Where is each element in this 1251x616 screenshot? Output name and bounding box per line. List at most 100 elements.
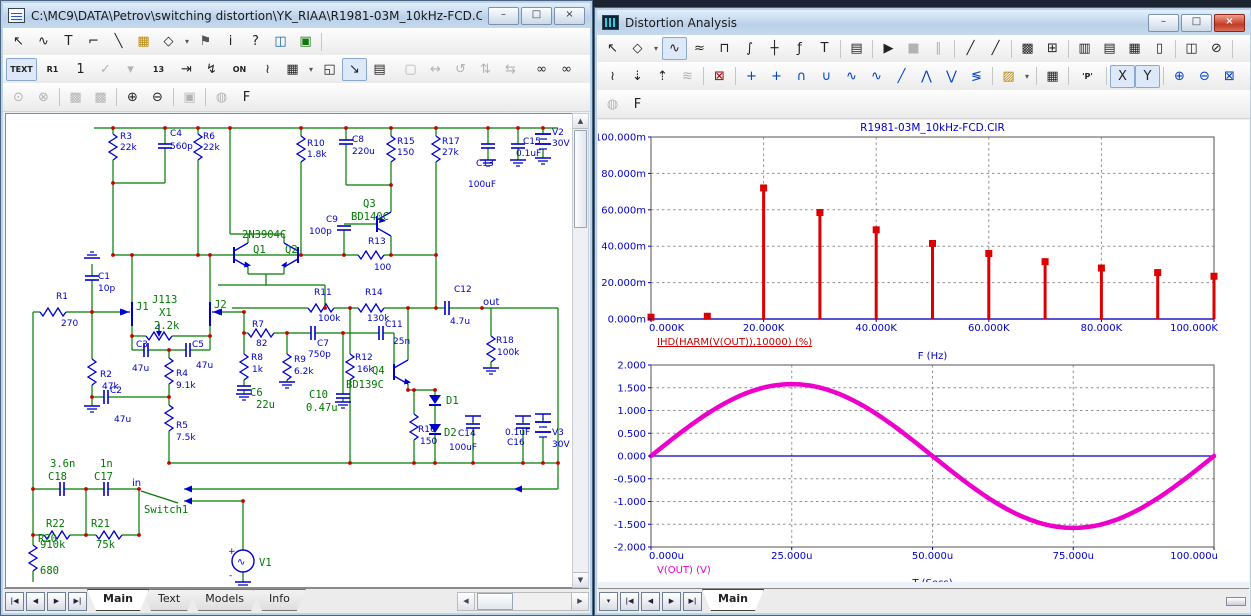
scale-mode-button-icon[interactable]: ∫	[737, 37, 762, 60]
schematic-canvas[interactable]: ∿R322kC4560pR622kR101.8kC8220uR15150R172…	[6, 114, 572, 587]
zoom-window-button-icon[interactable]: ⊠	[1217, 65, 1242, 88]
first-page-button[interactable]: |◀	[5, 592, 24, 611]
grid-toggle-dropdown-icon[interactable]: ▾	[305, 58, 317, 81]
color-picker-icon[interactable]: ▨	[996, 65, 1021, 88]
baseline-toggle-icon[interactable]: ◫	[1179, 37, 1204, 60]
minimize-button[interactable]: –	[1148, 14, 1179, 32]
pick-mode-button-icon[interactable]: ↘	[342, 58, 367, 81]
numeric-output-button-icon[interactable]: ▦	[1040, 65, 1065, 88]
font-button-icon[interactable]: F	[234, 86, 259, 109]
restore-button[interactable]: □	[1181, 14, 1212, 32]
last-page-button[interactable]: ▶|	[68, 592, 87, 611]
text-tool-icon[interactable]: T	[56, 30, 81, 53]
tokens-toggle-icon[interactable]: ⊞	[1040, 37, 1065, 60]
polyline-tool-icon[interactable]: ╱	[983, 37, 1008, 60]
tab-info[interactable]: Info	[253, 589, 306, 611]
tab-main[interactable]: Main	[702, 589, 764, 611]
help-globe-button-icon[interactable]: ◍	[209, 86, 234, 109]
scroll-right-icon[interactable]: ▶	[571, 593, 588, 610]
properties-button-icon[interactable]: ▤	[367, 58, 392, 81]
grid-toggle-icon[interactable]: ▦	[280, 58, 305, 81]
stop-button-icon[interactable]: ■	[901, 37, 926, 60]
current-display-toggle-icon[interactable]: ↯	[199, 58, 224, 81]
voltage-dropdown-icon[interactable]: ▾	[118, 58, 143, 81]
schematic-horizontal-scrollbar[interactable]: ◀ ▶	[457, 592, 589, 611]
shape-picker-dropdown-icon[interactable]: ▾	[650, 37, 662, 60]
slope-lines-toggle-icon[interactable]: ⊘	[1204, 37, 1229, 60]
first-page-button[interactable]: |◀	[620, 592, 639, 611]
full-grid-toggle-icon[interactable]: ▦	[1122, 37, 1147, 60]
high-button-icon[interactable]: ∿	[839, 65, 864, 88]
tab-main[interactable]: Main	[87, 589, 149, 611]
horizontal-grid-toggle-icon[interactable]: ▤	[1097, 37, 1122, 60]
shape-picker-icon[interactable]: ◇	[625, 37, 650, 60]
border-display-toggle-icon[interactable]: ◱	[317, 58, 342, 81]
shape-picker-dropdown-icon[interactable]: ▾	[181, 30, 193, 53]
tab-text[interactable]: Text	[142, 589, 196, 611]
formula-text-button-icon[interactable]: ƒ	[787, 37, 812, 60]
mirror-tool-icon[interactable]: ↔	[423, 58, 448, 81]
prev-page-button[interactable]: ◀	[641, 592, 660, 611]
wire-tool-icon[interactable]: ∿	[31, 30, 56, 53]
plot-area[interactable]: 100.000m80.000m60.000m40.000m20.000m0.00…	[598, 120, 1249, 582]
peak-button-icon[interactable]: ∩	[789, 65, 814, 88]
flag-tool-icon[interactable]: ⚑	[193, 30, 218, 53]
attribute-display-toggle-icon[interactable]: R1	[37, 58, 68, 81]
schematic-canvas-area[interactable]: ∿R322kC4560pR622kR101.8kC8220uR15150R172…	[5, 113, 573, 588]
align-cursors-button-icon[interactable]: ≋	[675, 65, 700, 88]
flip-y-tool-icon[interactable]: ⇅	[473, 58, 498, 81]
scroll-up-icon[interactable]: ▲	[573, 114, 588, 129]
go-to-branch-button-icon[interactable]: ≀	[600, 65, 625, 88]
bus-component-tool-icon[interactable]: ▦	[131, 30, 156, 53]
slope-button-icon[interactable]: ╱	[889, 65, 914, 88]
restore-button[interactable]: □	[521, 7, 552, 25]
minor-grid-toggle-icon[interactable]: ▯	[1147, 37, 1172, 60]
tab-models[interactable]: Models	[189, 589, 260, 611]
select-area-button-icon[interactable]: ▣	[177, 86, 202, 109]
next-page-button[interactable]: ▶	[662, 592, 681, 611]
global-low-button-icon[interactable]: ⋁	[939, 65, 964, 88]
next-page-button[interactable]: ▶	[47, 592, 66, 611]
periodic-steady-state-button-icon[interactable]: 'P'	[1072, 65, 1103, 88]
horizontal-tag-button-icon[interactable]: +	[739, 65, 764, 88]
properties-button-icon[interactable]: ▤	[844, 37, 869, 60]
pin-connections-toggle-icon[interactable]: ⇥	[174, 58, 199, 81]
enable-region-tool-icon[interactable]: ▣	[293, 30, 318, 53]
pin-numbers-toggle-icon[interactable]: 13	[143, 58, 174, 81]
run-button-icon[interactable]: ▶	[876, 37, 901, 60]
zoom-in-button-icon[interactable]: ⊕	[120, 86, 145, 109]
prev-page-button[interactable]: ◀	[26, 592, 45, 611]
text-display-toggle-icon[interactable]: TEXT	[6, 58, 37, 81]
minimize-button[interactable]: –	[488, 7, 519, 25]
find-button-icon[interactable]: ∞	[554, 58, 579, 81]
box-select-tool-icon[interactable]: ▢	[398, 58, 423, 81]
condition-display-toggle-icon[interactable]: ≀	[255, 58, 280, 81]
cursor-up-button-icon[interactable]: ⇡	[650, 65, 675, 88]
low-button-icon[interactable]: ∿	[864, 65, 889, 88]
schematic-titlebar[interactable]: C:\MC9\DATA\Petrov\switching distortion\…	[3, 3, 590, 29]
rotate-tool-icon[interactable]: ↺	[448, 58, 473, 81]
data-points-toggle-icon[interactable]: ▩	[1015, 37, 1040, 60]
zoom-out-button-icon[interactable]: ⊖	[1192, 65, 1217, 88]
help-globe-button-icon[interactable]: ◍	[600, 93, 625, 116]
schematic-vertical-scrollbar[interactable]: ▲ ▼	[572, 113, 589, 588]
horizontal-scroll-thumb[interactable]	[477, 593, 513, 610]
plot-canvas[interactable]: 100.000m80.000m60.000m40.000m20.000m0.00…	[598, 120, 1249, 582]
close-button[interactable]: ×	[554, 7, 585, 25]
valley-button-icon[interactable]: ∪	[814, 65, 839, 88]
text-tool-icon[interactable]: T	[812, 37, 837, 60]
vertical-scroll-thumb[interactable]	[574, 130, 587, 228]
copy-picture-button-icon[interactable]: ▩	[88, 86, 113, 109]
color-picker-dropdown-icon[interactable]: ▾	[1021, 65, 1033, 88]
ortho-wire-tool-icon[interactable]: ⌐	[81, 30, 106, 53]
select-graphic-button-icon[interactable]: ⊠	[707, 65, 732, 88]
scope-mode-button-icon[interactable]: ∿	[662, 37, 687, 60]
translate-tool-icon[interactable]: ◫	[268, 30, 293, 53]
global-high-button-icon[interactable]: ⋀	[914, 65, 939, 88]
info-mode-button-icon[interactable]: i	[218, 30, 243, 53]
shape-picker-icon[interactable]: ◇	[156, 30, 181, 53]
pause-button-icon[interactable]: ∥	[926, 37, 951, 60]
last-page-button[interactable]: ▶|	[683, 592, 702, 611]
help-mode-button-icon[interactable]: ?	[243, 30, 268, 53]
power-display-toggle-icon[interactable]: ON	[224, 58, 255, 81]
